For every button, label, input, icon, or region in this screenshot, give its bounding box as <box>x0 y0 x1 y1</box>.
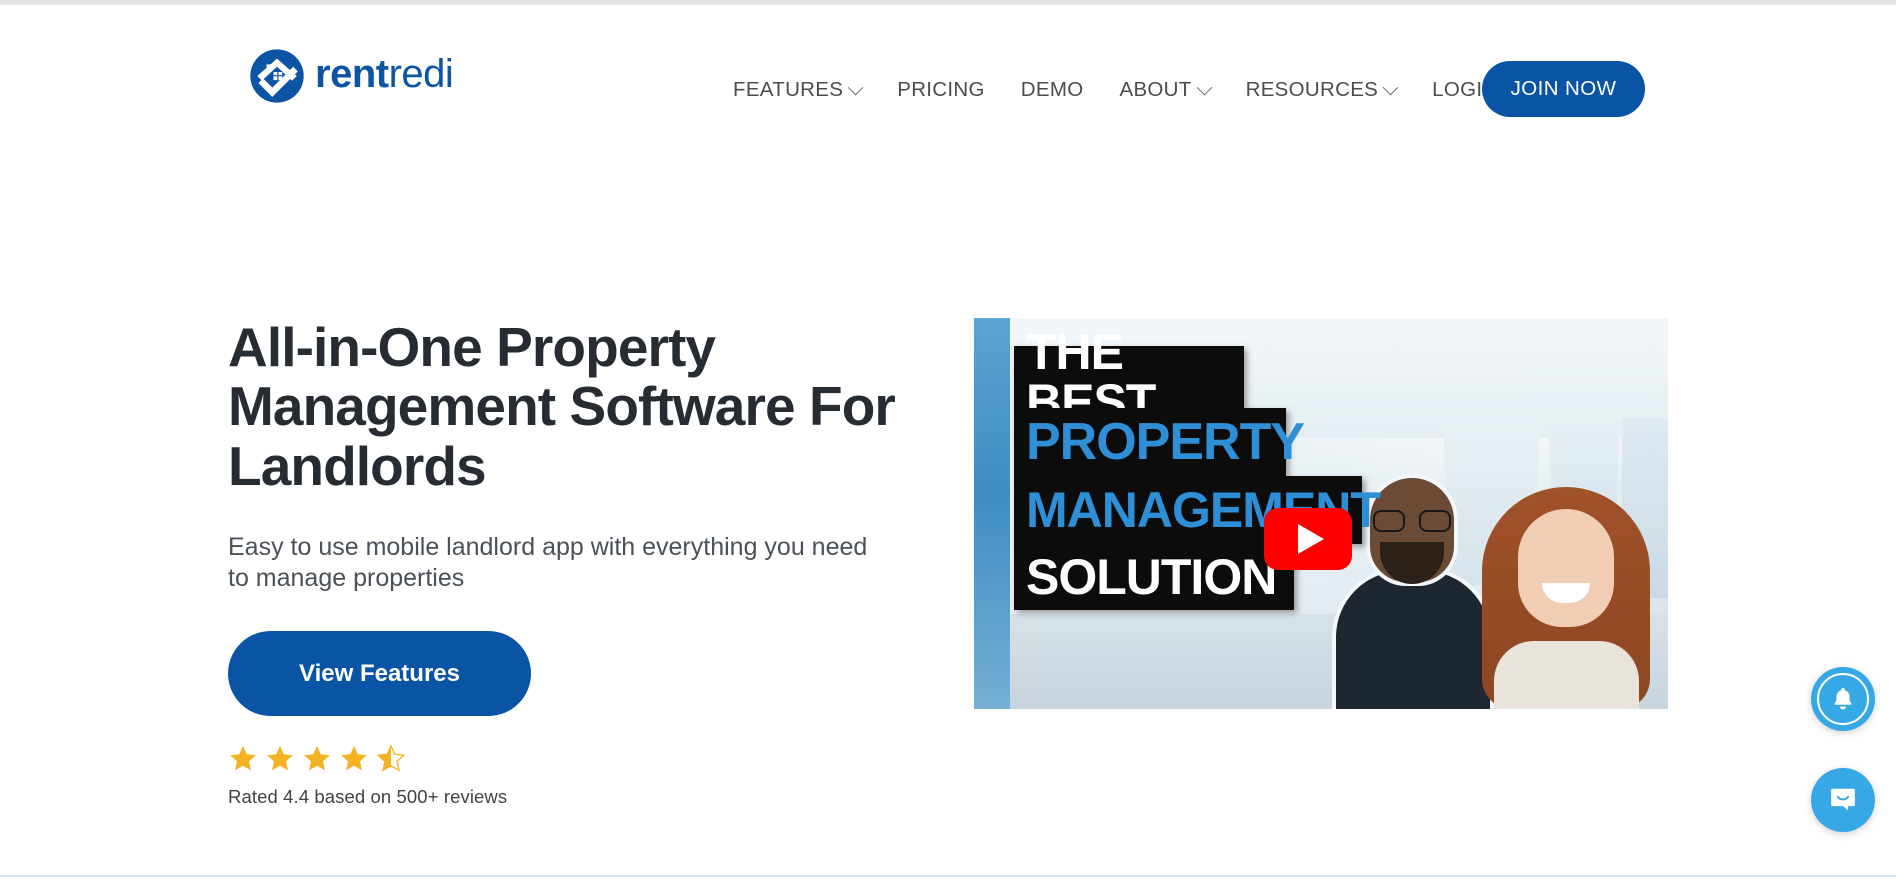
star-full-icon <box>267 746 293 771</box>
brand-name-light: redi <box>388 52 454 96</box>
chat-bubble-icon <box>1831 788 1855 811</box>
nav-label-about: ABOUT <box>1119 78 1192 101</box>
bottom-divider <box>0 875 1896 877</box>
page-root: rentredi FEATURES PRICING DEMO ABOUT RES… <box>0 0 1896 880</box>
video-overlay-line-4: SOLUTION <box>1014 544 1294 610</box>
hero-section: All-in-One Property Management Software … <box>228 316 898 808</box>
view-features-button[interactable]: View Features <box>228 631 531 717</box>
nav-item-resources[interactable]: RESOURCES <box>1228 63 1415 117</box>
nav-item-demo[interactable]: DEMO <box>1003 63 1102 117</box>
nav-item-features[interactable]: FEATURES <box>715 63 879 117</box>
star-full-icon <box>230 746 256 771</box>
hero-video-thumbnail[interactable]: THE BEST PROPERTY MANAGEMENT SOLUTION <box>974 318 1668 709</box>
brand-logo-text: rentredi <box>315 52 454 98</box>
rating-text: Rated 4.4 based on 500+ reviews <box>228 786 508 808</box>
hero-subtitle: Easy to use mobile landlord app with eve… <box>228 533 868 592</box>
play-triangle-icon <box>1298 524 1324 554</box>
star-full-icon <box>304 746 330 771</box>
chat-widget-button[interactable] <box>1811 768 1875 832</box>
notification-ring <box>1817 673 1869 725</box>
rentredi-house-logo-icon <box>250 49 304 103</box>
star-full-icon <box>341 746 367 771</box>
brand-logo[interactable]: rentredi <box>248 47 454 105</box>
nav-label-resources: RESOURCES <box>1245 78 1379 101</box>
brand-name-bold: rent <box>315 52 389 96</box>
rating-stars <box>228 744 898 773</box>
video-person-right <box>1474 487 1659 709</box>
nav-item-about[interactable]: ABOUT <box>1101 63 1227 117</box>
nav-label-demo: DEMO <box>1020 78 1084 101</box>
notification-widget-button[interactable] <box>1811 667 1875 731</box>
site-header: rentredi FEATURES PRICING DEMO ABOUT RES… <box>0 5 1896 130</box>
video-play-button[interactable] <box>1264 508 1352 570</box>
page-title: All-in-One Property Management Software … <box>228 316 896 497</box>
nav-label-pricing: PRICING <box>897 78 985 101</box>
chevron-down-icon <box>1196 79 1212 95</box>
bell-icon <box>1834 687 1852 710</box>
nav-label-features: FEATURES <box>733 78 844 101</box>
video-left-blue-strip <box>974 318 1010 709</box>
video-overlay-line-2: PROPERTY <box>1014 408 1305 476</box>
main-navigation: FEATURES PRICING DEMO ABOUT RESOURCES LO… <box>715 63 1523 117</box>
chevron-down-icon <box>847 79 864 95</box>
nav-item-pricing[interactable]: PRICING <box>879 63 1003 117</box>
join-now-button[interactable]: JOIN NOW <box>1482 61 1645 117</box>
chevron-down-icon <box>1382 79 1399 95</box>
video-overlay-line-1: THE BEST <box>1014 327 1244 427</box>
star-half-icon <box>376 744 406 772</box>
